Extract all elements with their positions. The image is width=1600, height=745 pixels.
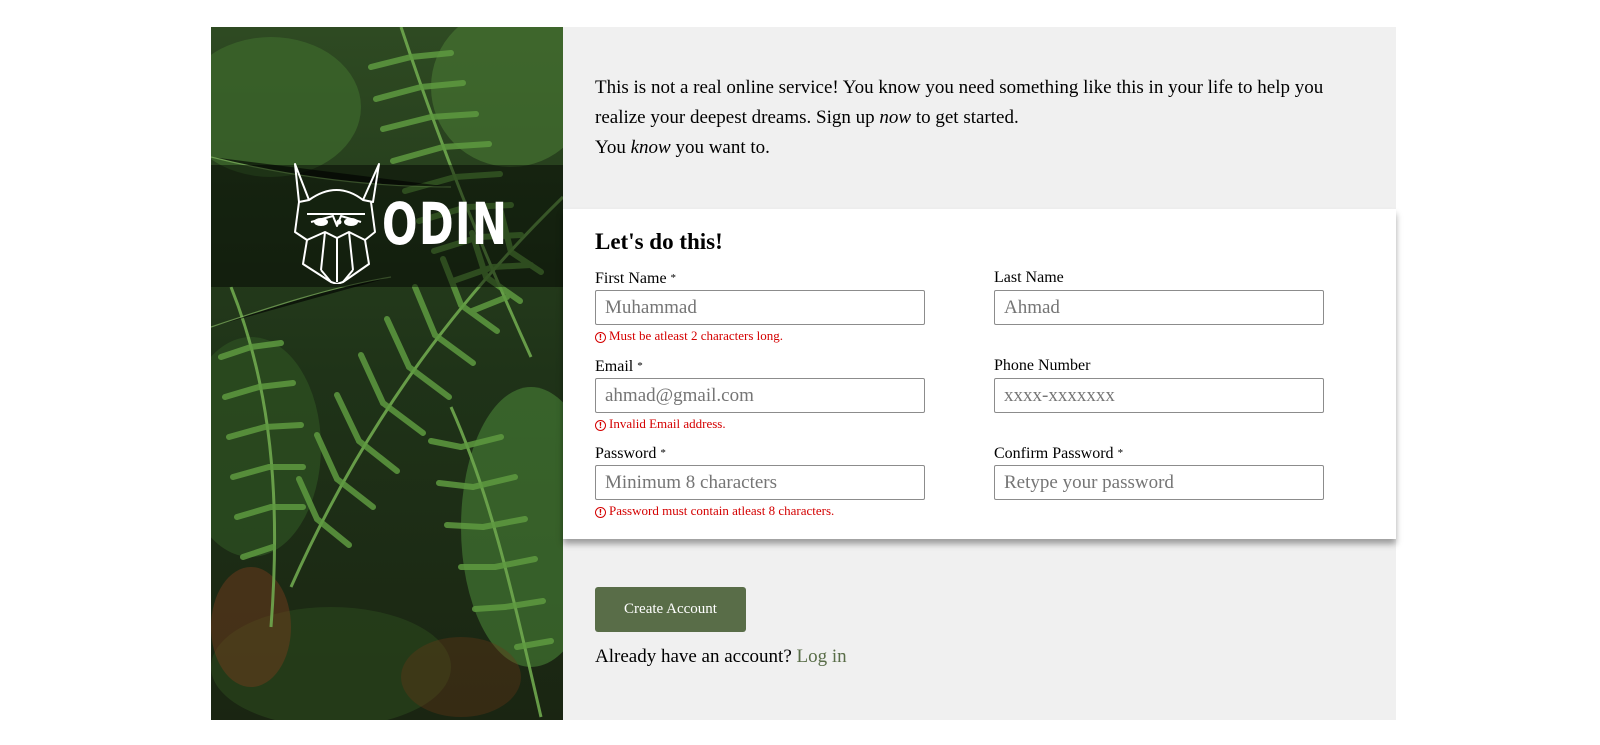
first-name-error-text: Must be atleast 2 characters long.	[609, 328, 783, 343]
email-error-text: Invalid Email address.	[609, 416, 726, 431]
first-name-label: First Name *	[595, 268, 925, 290]
first-name-error: ! Must be atleast 2 characters long.	[595, 328, 925, 344]
odin-viking-head-icon	[294, 163, 380, 284]
email-field: Email* !Invalid Email address.	[595, 356, 925, 432]
error-icon: !	[595, 507, 606, 518]
password-error-text: Password must contain atleast 8 characte…	[609, 503, 835, 518]
confirm-password-field: Confirm Password *	[994, 443, 1324, 500]
signup-form: Let's do this! First Name* !Must be atle…	[563, 209, 1396, 539]
intro-line2-end: you want to.	[670, 137, 770, 158]
confirm-password-label-text: Confirm Password	[994, 445, 1114, 462]
phone-field: Phone Number	[994, 356, 1324, 413]
password-label-text: Password	[595, 445, 657, 462]
last-name-input[interactable]	[994, 290, 1324, 325]
required-marker: *	[670, 272, 677, 284]
last-name-field: Last Name	[994, 268, 1324, 325]
logo-band: ODIN	[211, 163, 563, 287]
required-marker: *	[1117, 447, 1124, 459]
fern-background-image	[211, 27, 563, 720]
email-input[interactable]	[595, 378, 925, 413]
error-icon: !	[595, 420, 606, 431]
create-account-button[interactable]: Create Account	[595, 587, 746, 632]
signup-content: This is not a real online service! You k…	[563, 27, 1396, 720]
form-title: Let's do this!	[595, 229, 723, 254]
required-marker: *	[660, 447, 666, 459]
login-link[interactable]: Log in	[797, 646, 847, 667]
login-prompt-text: Already have an account?	[595, 646, 792, 667]
intro-emphasis-now: now	[879, 107, 912, 128]
intro-line2: You know you want to.	[595, 133, 1375, 163]
email-label: Email *	[595, 356, 925, 378]
phone-input[interactable]	[994, 378, 1324, 413]
error-icon: !	[595, 332, 606, 343]
last-name-label: Last Name	[994, 269, 1064, 286]
hero-image-panel: ODIN	[211, 27, 563, 720]
phone-label: Phone Number	[994, 357, 1091, 374]
password-error: ! Password must contain atleast 8 charact…	[595, 503, 925, 519]
password-input[interactable]	[595, 465, 925, 500]
signup-page: ODIN This is not a real online service! …	[211, 27, 1396, 720]
intro-paragraph: This is not a real online service! You k…	[595, 73, 1375, 133]
intro-emphasis-know: know	[630, 137, 671, 158]
first-name-field: First Name* !Must be atleast 2 character…	[595, 268, 925, 344]
intro-line1-end: to get started.	[911, 107, 1019, 128]
logo-text: ODIN	[382, 190, 509, 258]
email-error: ! Invalid Email address.	[595, 416, 925, 432]
first-name-label-text: First Name	[595, 270, 667, 287]
intro-line2-start: You	[595, 137, 631, 158]
confirm-password-label: Confirm Password *	[994, 443, 1324, 465]
required-marker: *	[637, 360, 643, 372]
password-field: Password * ! Password must contain atleast…	[595, 443, 925, 519]
login-prompt: Already have an account? Log in	[595, 646, 847, 668]
confirm-password-input[interactable]	[994, 465, 1324, 500]
email-label-text: Email	[595, 358, 634, 375]
intro-text: This is not a real online service! You k…	[595, 73, 1375, 163]
password-label: Password *	[595, 443, 925, 465]
first-name-input[interactable]	[595, 290, 925, 325]
